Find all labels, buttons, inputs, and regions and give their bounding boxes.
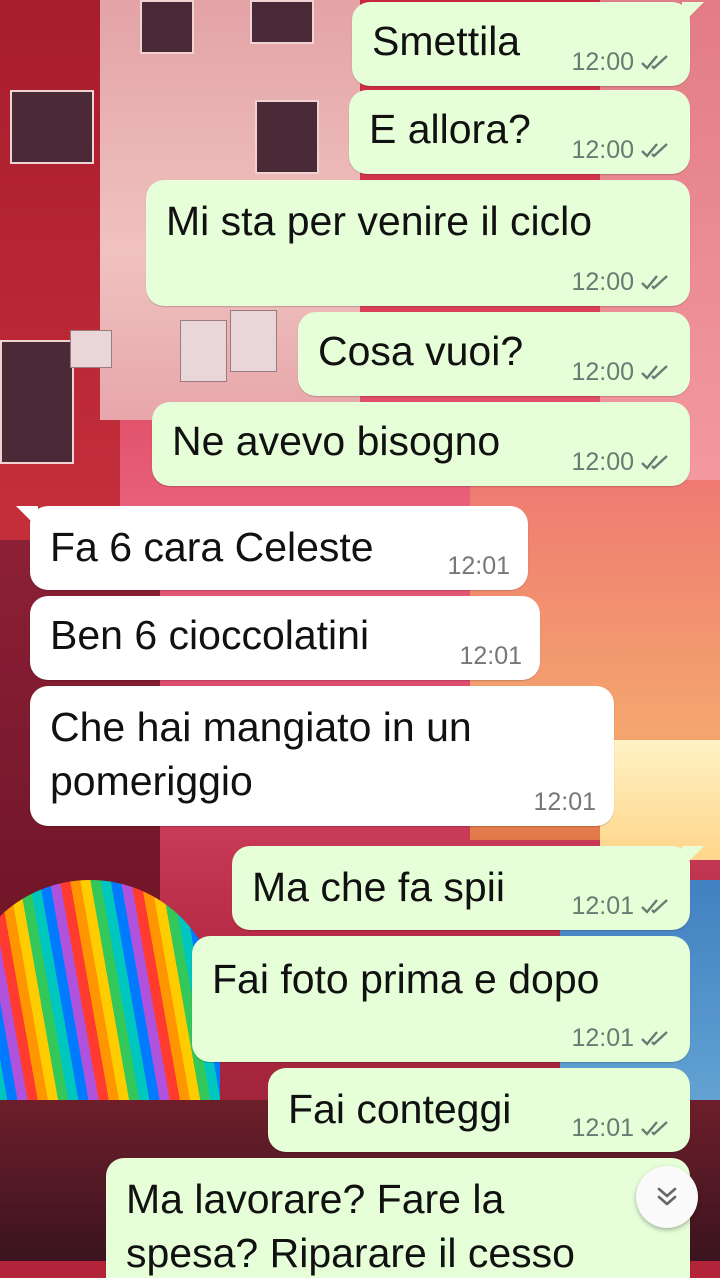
double-chevron-down-icon — [657, 1187, 677, 1206]
message-text-line: pomeriggio — [50, 758, 253, 804]
outgoing-message[interactable]: Cosa vuoi? 12:00 — [298, 312, 690, 396]
message-text: Mi sta per venire il ciclo — [166, 198, 593, 244]
read-ticks-icon — [641, 1031, 668, 1046]
incoming-message[interactable]: Ben 6 cioccolatini 12:01 — [30, 596, 540, 680]
read-ticks-icon — [641, 899, 668, 914]
wallpaper-window — [255, 100, 319, 174]
message-time: 12:00 — [571, 48, 634, 76]
wallpaper-neon-sign — [600, 740, 720, 860]
message-time: 12:01 — [571, 1024, 634, 1052]
outgoing-message[interactable]: Fai foto prima e dopo 12:01 — [192, 936, 690, 1062]
incoming-message[interactable]: Fa 6 cara Celeste 12:01 — [16, 506, 528, 590]
message-meta: 12:01 — [533, 788, 596, 816]
read-ticks-icon — [641, 1121, 668, 1136]
message-text-line: Ma lavorare? Fare la — [126, 1176, 505, 1222]
message-meta: 12:00 — [571, 136, 670, 164]
message-meta: 12:00 — [571, 48, 670, 76]
message-text: Ma che fa spii — [252, 864, 505, 910]
message-text: Fai foto prima e dopo — [212, 956, 600, 1002]
message-text: Ben 6 cioccolatini — [50, 612, 370, 658]
wallpaper-ac-unit — [180, 320, 227, 382]
message-meta: 12:01 — [571, 892, 670, 920]
message-text: E allora? — [369, 106, 531, 152]
outgoing-message[interactable]: Smettila 12:00 — [352, 2, 704, 86]
message-text-line: spesa? Riparare il cesso — [126, 1230, 575, 1276]
message-time: 12:00 — [571, 268, 634, 296]
outgoing-message[interactable]: Fai conteggi 12:01 — [268, 1068, 690, 1152]
message-time: 12:01 — [571, 1114, 634, 1142]
wallpaper-window — [140, 0, 194, 54]
outgoing-message[interactable]: Mi sta per venire il ciclo 12:00 — [146, 180, 690, 306]
message-meta: 12:01 — [459, 642, 522, 670]
scroll-to-bottom-button[interactable] — [636, 1166, 698, 1228]
outgoing-message[interactable]: E allora? 12:00 — [349, 90, 690, 174]
message-meta: 12:01 — [571, 1024, 670, 1052]
outgoing-message[interactable]: Ne avevo bisogno 12:00 — [152, 402, 690, 486]
outgoing-message[interactable]: Ma lavorare? Fare la spesa? Riparare il … — [106, 1158, 690, 1278]
message-text-line: Che hai mangiato in un — [50, 704, 472, 750]
wallpaper-ac-unit — [70, 330, 112, 368]
message-meta: 12:00 — [571, 268, 670, 296]
read-ticks-icon — [641, 365, 668, 380]
message-time: 12:00 — [571, 358, 634, 386]
message-text: Ne avevo bisogno — [172, 418, 501, 464]
wallpaper-ac-unit — [230, 310, 277, 372]
message-meta: 12:01 — [571, 1114, 670, 1142]
message-text: Fai conteggi — [288, 1086, 512, 1132]
message-text: Cosa vuoi? — [318, 328, 524, 374]
wallpaper-window — [10, 90, 94, 164]
read-ticks-icon — [641, 455, 668, 470]
message-time: 12:00 — [571, 448, 634, 476]
read-ticks-icon — [641, 55, 668, 70]
message-text: Fa 6 cara Celeste — [50, 524, 374, 570]
message-meta: 12:00 — [571, 358, 670, 386]
message-time: 12:01 — [459, 642, 522, 670]
wallpaper-window — [250, 0, 314, 44]
message-meta: 12:00 — [571, 448, 670, 476]
message-time: 12:00 — [571, 136, 634, 164]
message-time: 12:01 — [447, 552, 510, 580]
message-text: Smettila — [372, 18, 521, 64]
read-ticks-icon — [641, 275, 668, 290]
message-time: 12:01 — [533, 788, 596, 816]
wallpaper-rainbow-awning — [0, 880, 220, 1120]
outgoing-message[interactable]: Ma che fa spii 12:01 — [232, 846, 704, 930]
message-meta: 12:01 — [447, 552, 510, 580]
read-ticks-icon — [641, 143, 668, 158]
incoming-message[interactable]: Che hai mangiato in un pomeriggio 12:01 — [30, 686, 614, 826]
wallpaper-window — [0, 340, 74, 464]
message-time: 12:01 — [571, 892, 634, 920]
